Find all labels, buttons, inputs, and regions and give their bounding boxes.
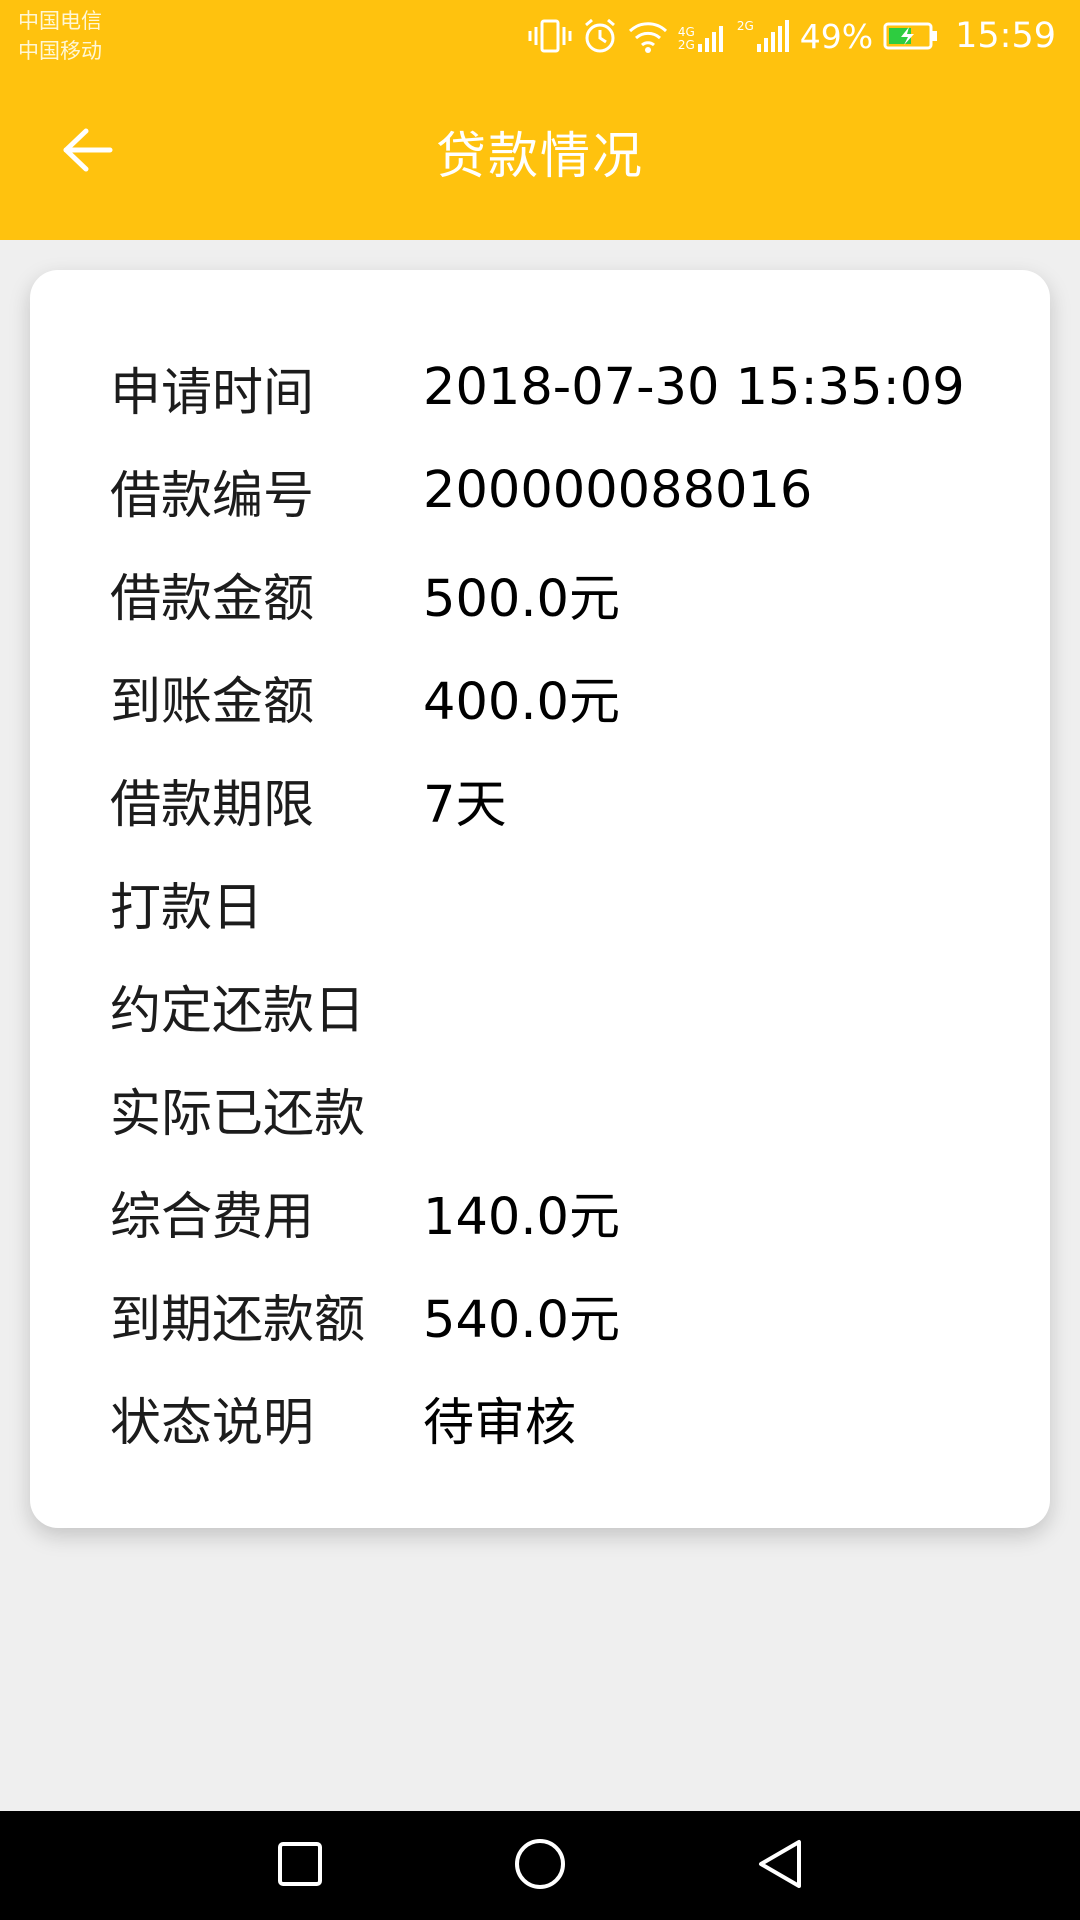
detail-row-loan-amount: 借款金额 500.0元 — [110, 542, 1010, 645]
detail-label: 借款期限 — [110, 775, 315, 835]
detail-label: 综合费用 — [110, 1187, 315, 1247]
detail-row-actual-repaid: 实际已还款 — [110, 1057, 1010, 1160]
status-bar: 中国电信 中国移动 4G 2G 2G 49% 15:59 — [0, 0, 1080, 72]
clock: 15:59 — [955, 16, 1056, 56]
carrier-info: 中国电信 中国移动 — [18, 6, 102, 66]
signal-sim1-icon: 4G 2G — [678, 20, 727, 52]
signal-sim2-icon: 2G — [737, 20, 790, 52]
battery-charging-icon — [883, 21, 939, 51]
detail-value: 200000088016 — [423, 461, 813, 520]
network-type-2: 2G — [736, 19, 754, 33]
detail-value: 7天 — [423, 775, 507, 835]
system-nav-bar — [0, 1811, 1080, 1920]
detail-row-agreed-repay-date: 约定还款日 — [110, 954, 1010, 1057]
detail-label: 约定还款日 — [110, 981, 366, 1041]
detail-row-loan-number: 借款编号 200000088016 — [110, 439, 1010, 542]
home-button[interactable] — [500, 1831, 580, 1901]
alarm-icon — [582, 18, 618, 54]
loan-details-card: 申请时间 2018-07-30 15:35:09 借款编号 2000000880… — [30, 270, 1050, 1528]
detail-value: 2018-07-30 15:35:09 — [423, 358, 965, 417]
detail-value: 140.0元 — [423, 1187, 621, 1247]
detail-label: 申请时间 — [110, 363, 315, 423]
detail-row-status: 状态说明 待审核 — [110, 1366, 1010, 1469]
detail-row-payout-date: 打款日 — [110, 851, 1010, 954]
status-value: 待审核 — [423, 1393, 577, 1453]
detail-value: 500.0元 — [423, 569, 621, 629]
recents-button[interactable] — [260, 1831, 340, 1901]
page-title: 贷款情况 — [436, 127, 644, 185]
carrier-2: 中国移动 — [18, 39, 102, 63]
detail-value: 540.0元 — [423, 1290, 621, 1350]
wifi-icon — [628, 19, 668, 53]
detail-label: 到期还款额 — [110, 1290, 366, 1350]
detail-label: 借款金额 — [110, 569, 315, 629]
circle-icon — [513, 1837, 567, 1895]
nav-back-button[interactable] — [740, 1831, 820, 1901]
detail-value: 400.0元 — [423, 672, 621, 732]
app-bar: 贷款情况 — [0, 72, 1080, 240]
network-type-1b: 2G — [677, 38, 695, 52]
detail-label: 借款编号 — [110, 466, 315, 526]
status-icons: 4G 2G 2G 49% 15:59 — [528, 12, 1056, 60]
triangle-back-icon — [755, 1837, 805, 1895]
detail-label: 实际已还款 — [110, 1084, 366, 1144]
carrier-1: 中国电信 — [18, 9, 102, 33]
square-icon — [276, 1840, 324, 1892]
detail-row-apply-time: 申请时间 2018-07-30 15:35:09 — [110, 336, 1010, 439]
vibrate-icon — [528, 18, 572, 54]
detail-label: 状态说明 — [110, 1393, 315, 1453]
detail-row-received-amount: 到账金额 400.0元 — [110, 645, 1010, 748]
detail-label: 打款日 — [110, 878, 264, 938]
detail-row-loan-term: 借款期限 7天 — [110, 748, 1010, 851]
detail-label: 到账金额 — [110, 672, 315, 732]
battery-percent: 49% — [799, 16, 874, 56]
detail-row-due-amount: 到期还款额 540.0元 — [110, 1263, 1010, 1366]
detail-row-total-fee: 综合费用 140.0元 — [110, 1160, 1010, 1263]
